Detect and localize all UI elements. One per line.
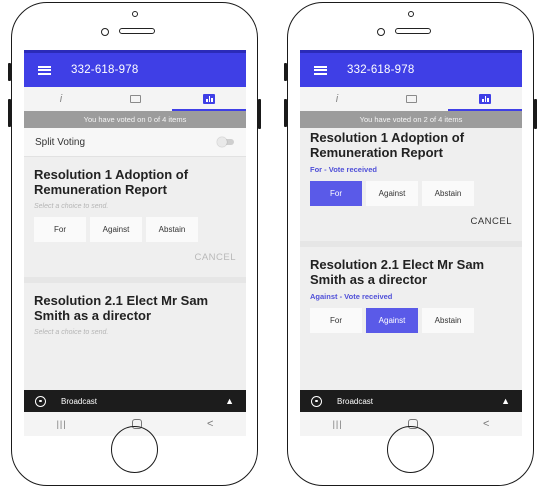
front-camera (131, 11, 138, 17)
proximity-sensor (376, 28, 385, 36)
power-button (258, 99, 261, 129)
split-voting-toggle[interactable] (217, 137, 235, 147)
voting-list: Resolution 1 Adoption of Remuneration Re… (300, 128, 522, 333)
vote-status: Against - Vote received (310, 292, 393, 301)
volume-down-button (8, 99, 11, 127)
resolution-title: Resolution 1 Adoption of Remuneration Re… (310, 130, 465, 160)
voting-list: Split Voting Resolution 1 Adoption of Re… (24, 128, 246, 336)
volume-down-button (284, 99, 287, 127)
tab-voting[interactable] (448, 87, 522, 111)
split-voting-row: Split Voting (24, 128, 246, 157)
cancel-button[interactable]: CANCEL (310, 216, 512, 227)
choice-group: For Against Abstain (310, 181, 512, 206)
info-icon: i (59, 93, 63, 105)
resolution-title: Resolution 1 Adoption of Remuneration Re… (34, 167, 189, 197)
back-icon[interactable]: < (483, 418, 489, 430)
tab-info[interactable]: i (300, 87, 374, 111)
tab-bar: i (300, 87, 522, 111)
recents-icon[interactable]: ||| (57, 419, 67, 429)
chart-icon (479, 94, 491, 104)
home-button[interactable] (110, 426, 158, 473)
phone-screen: 332-618-978 i You have voted on 2 of 4 i… (300, 50, 522, 436)
tab-info[interactable]: i (24, 87, 98, 111)
meeting-id-title: 332-618-978 (71, 64, 139, 76)
for-button[interactable]: For (310, 308, 362, 333)
tab-voting[interactable] (172, 87, 246, 111)
hamburger-menu-icon[interactable] (314, 65, 327, 75)
phone-screen: 332-618-978 i You have voted on 0 of 4 i… (24, 50, 246, 436)
meeting-id-title: 332-618-978 (347, 64, 415, 76)
power-button (534, 99, 537, 129)
chat-icon (129, 95, 141, 103)
tab-messages[interactable] (98, 87, 172, 111)
abstain-button[interactable]: Abstain (422, 181, 474, 206)
for-button[interactable]: For (34, 217, 86, 242)
recents-icon[interactable]: ||| (333, 419, 343, 429)
info-icon: i (335, 93, 339, 105)
vote-status: For - Vote received (310, 165, 377, 174)
broadcast-label: Broadcast (337, 396, 374, 406)
resolution-card: Resolution 1 Adoption of Remuneration Re… (24, 157, 246, 277)
earpiece-speaker (118, 28, 155, 34)
app-bar: 332-618-978 (24, 50, 246, 87)
front-camera (407, 11, 414, 17)
resolution-title: Resolution 2.1 Elect Mr Sam Smith as a d… (34, 293, 209, 323)
tab-bar: i (24, 87, 246, 111)
broadcast-icon (35, 395, 46, 407)
choice-group: For Against Abstain (34, 217, 236, 242)
chat-icon (405, 95, 417, 103)
chevron-up-icon[interactable]: ▲ (225, 396, 234, 406)
broadcast-icon (311, 395, 322, 407)
volume-up-button (8, 63, 11, 81)
against-button[interactable]: Against (366, 308, 418, 333)
chevron-up-icon[interactable]: ▲ (501, 396, 510, 406)
resolution-hint: Select a choice to send. (34, 203, 109, 210)
volume-up-button (284, 63, 287, 81)
home-button[interactable] (386, 426, 434, 473)
for-button[interactable]: For (310, 181, 362, 206)
choice-group: For Against Abstain (310, 308, 512, 333)
against-button[interactable]: Against (90, 217, 142, 242)
phone-frame-right: 332-618-978 i You have voted on 2 of 4 i… (284, 2, 537, 486)
cancel-button[interactable]: CANCEL (34, 252, 236, 263)
broadcast-bar[interactable]: Broadcast ▲ (300, 390, 522, 412)
abstain-button[interactable]: Abstain (146, 217, 198, 242)
phone-frame-left: 332-618-978 i You have voted on 0 of 4 i… (8, 2, 261, 486)
app-bar: 332-618-978 (300, 50, 522, 87)
broadcast-label: Broadcast (61, 396, 98, 406)
against-button[interactable]: Against (366, 181, 418, 206)
chart-icon (203, 94, 215, 104)
resolution-hint: Select a choice to send. (34, 329, 109, 336)
back-icon[interactable]: < (207, 418, 213, 430)
earpiece-speaker (394, 28, 431, 34)
broadcast-bar[interactable]: Broadcast ▲ (24, 390, 246, 412)
split-voting-label: Split Voting (35, 136, 86, 148)
proximity-sensor (100, 28, 109, 36)
resolution-card: Resolution 2.1 Elect Mr Sam Smith as a d… (24, 283, 246, 336)
abstain-button[interactable]: Abstain (422, 308, 474, 333)
resolution-card: Resolution 1 Adoption of Remuneration Re… (300, 128, 522, 241)
tab-messages[interactable] (374, 87, 448, 111)
vote-progress-banner: You have voted on 2 of 4 items (300, 111, 522, 128)
vote-progress-banner: You have voted on 0 of 4 items (24, 111, 246, 128)
resolution-card: Resolution 2.1 Elect Mr Sam Smith as a d… (300, 247, 522, 333)
hamburger-menu-icon[interactable] (38, 65, 51, 75)
resolution-title: Resolution 2.1 Elect Mr Sam Smith as a d… (310, 257, 485, 287)
